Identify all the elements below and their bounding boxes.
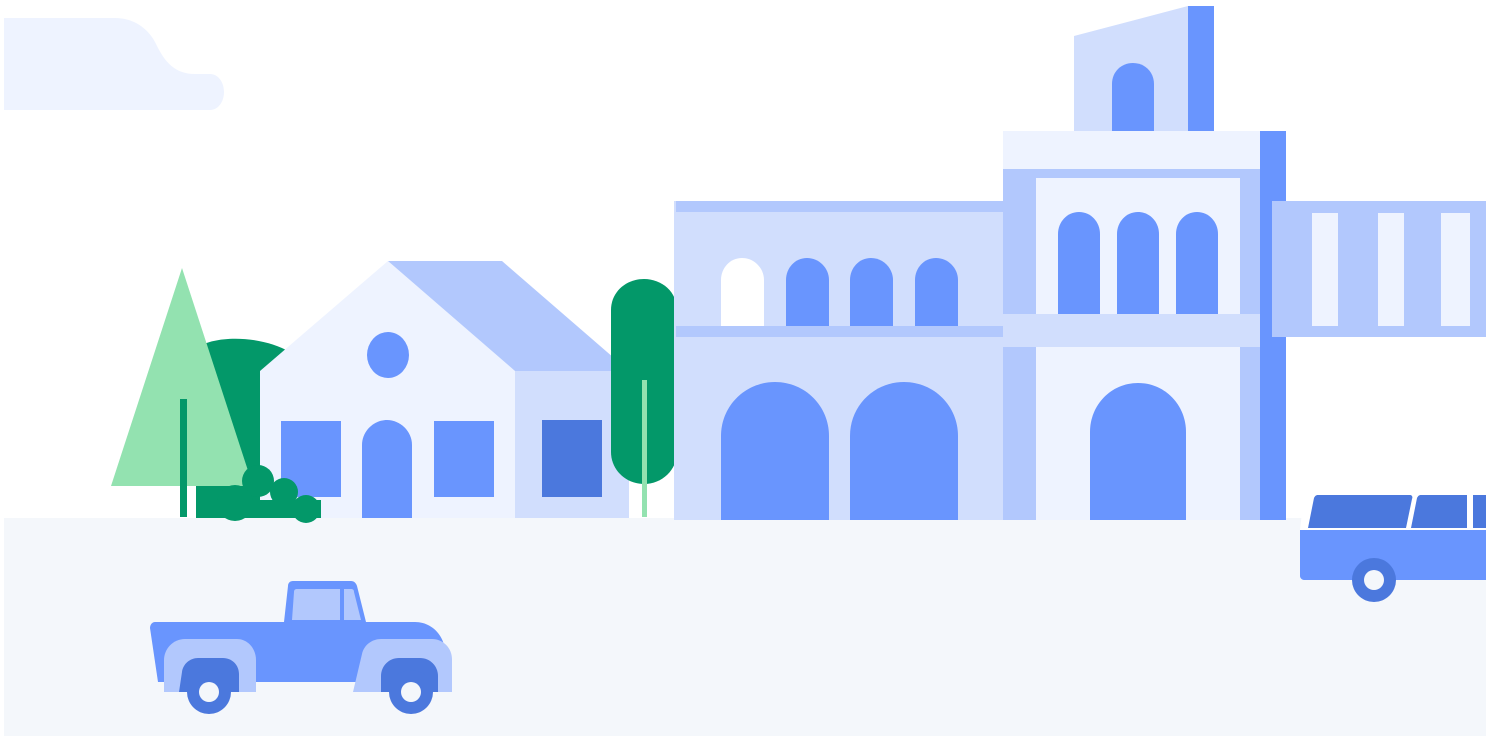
- house-wing-window: [542, 420, 602, 497]
- house: [260, 261, 629, 518]
- house-round-window: [367, 332, 409, 378]
- city-scene-svg: [4, 6, 1486, 736]
- city-illustration: [0, 0, 1498, 736]
- arched-building: [674, 201, 1004, 520]
- tower-building: [1003, 6, 1286, 520]
- house-door: [362, 420, 412, 518]
- house-window-right: [434, 421, 494, 497]
- cloud: [4, 18, 224, 110]
- side-building: [1272, 201, 1486, 337]
